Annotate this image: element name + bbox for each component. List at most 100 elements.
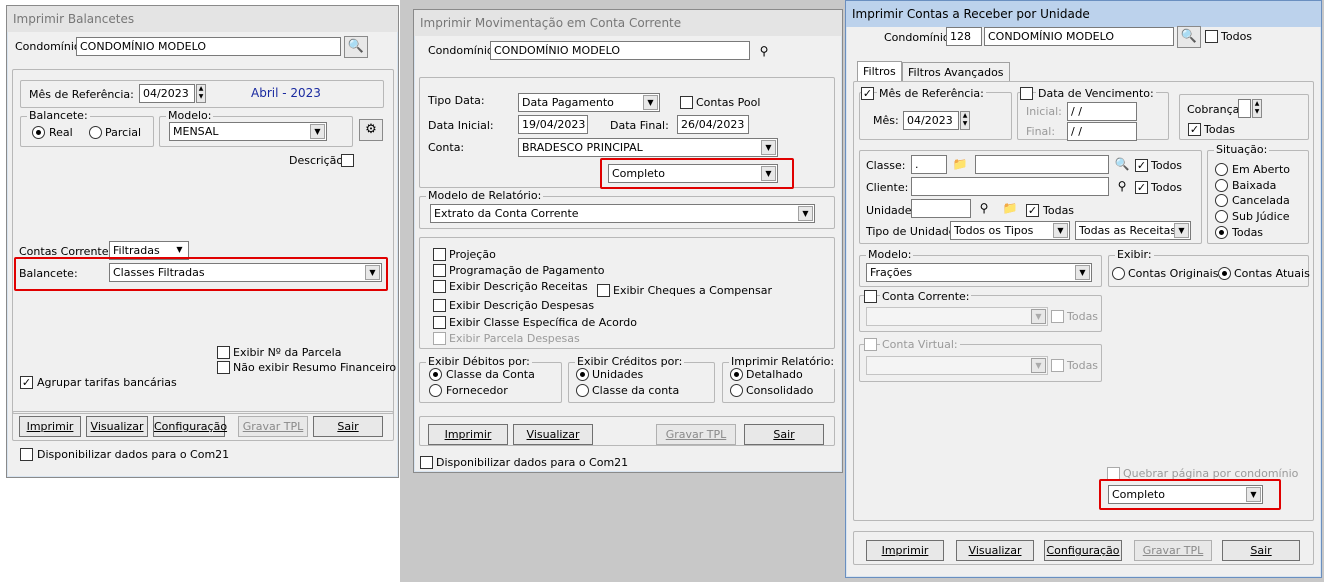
classe-todos-checkbox[interactable]: ✓ [1135, 159, 1148, 172]
mes-spinner[interactable]: ▲ ▼ [960, 111, 970, 130]
mes-field[interactable]: 04/2023 [903, 111, 959, 130]
unidade-todas-checkbox[interactable]: ✓ [1026, 204, 1039, 217]
binoculars-icon[interactable]: ⚲ [754, 42, 774, 60]
unidade-field[interactable] [911, 199, 971, 218]
conta-corrente-checkbox[interactable] [864, 290, 877, 303]
sit-subjudice-radio[interactable] [1215, 210, 1228, 223]
conta-combo[interactable]: BRADESCO PRINCIPAL ▼ [518, 138, 778, 157]
imprimir-button[interactable]: Imprimir [19, 416, 81, 437]
mes-spinner[interactable]: ▲ ▼ [196, 84, 206, 103]
descricao-label: Descrição [289, 154, 344, 167]
radio-parcial[interactable] [89, 126, 102, 139]
inicial-field[interactable]: / / [1067, 102, 1137, 121]
cliente-todos-checkbox[interactable]: ✓ [1135, 181, 1148, 194]
search-icon: 🔍 [1180, 29, 1198, 44]
cobranca-spinner[interactable]: ▲ ▼ [1252, 99, 1262, 118]
conta-virtual-checkbox[interactable] [864, 338, 877, 351]
exibir-originais-label: Contas Originais [1128, 267, 1219, 280]
condominio-field[interactable]: CONDOMÍNIO MODELO [490, 41, 750, 60]
chevron-down-icon: ▼ [798, 206, 813, 221]
gravar-tpl-button[interactable]: Gravar TPL [656, 424, 736, 445]
sit-aberto-radio[interactable] [1215, 163, 1228, 176]
classe-code-field[interactable]: . [911, 155, 947, 174]
classe-field[interactable] [975, 155, 1109, 174]
imp-detalhado-radio[interactable] [730, 368, 743, 381]
deb-classe-radio[interactable] [429, 368, 442, 381]
modelo-combo[interactable]: Frações ▼ [866, 263, 1092, 282]
agrupar-tarifas-checkbox[interactable]: ✓ [20, 376, 33, 389]
exibir-atuais-radio[interactable] [1218, 267, 1231, 280]
tipo-unidade-combo[interactable]: Todos os Tipos ▼ [950, 221, 1070, 240]
gravar-tpl-button[interactable]: Gravar TPL [238, 416, 308, 437]
parcela-despesas-checkbox[interactable] [433, 332, 446, 345]
sair-button[interactable]: Sair [313, 416, 383, 437]
sair-button[interactable]: Sair [744, 424, 824, 445]
classe-acordo-checkbox[interactable] [433, 316, 446, 329]
sit-baixada-radio[interactable] [1215, 179, 1228, 192]
nao-exibir-resumo-checkbox[interactable] [217, 361, 230, 374]
cred-unidades-radio[interactable] [576, 368, 589, 381]
exibir-originais-radio[interactable] [1112, 267, 1125, 280]
sit-todas-radio[interactable] [1215, 226, 1228, 239]
mes-field[interactable]: 04/2023 [139, 84, 195, 103]
search-button[interactable]: 🔍 [344, 36, 368, 58]
binoculars-icon[interactable]: ⚲ [1112, 177, 1132, 195]
desc-receitas-checkbox[interactable] [433, 280, 446, 293]
conta-label: Conta: [428, 141, 465, 154]
modelo-config-button[interactable]: ⚙ [359, 119, 383, 141]
condominio-field[interactable]: CONDOMÍNIO MODELO [76, 37, 341, 56]
exibir-parcela-checkbox[interactable] [217, 346, 230, 359]
contas-pool-checkbox[interactable] [680, 96, 693, 109]
window-imprimir-balancetes: Imprimir Balancetes Condomínio: CONDOMÍN… [6, 5, 399, 478]
tipo-data-combo[interactable]: Data Pagamento ▼ [518, 93, 660, 112]
sair-button[interactable]: Sair [1222, 540, 1300, 561]
sit-cancelada-radio[interactable] [1215, 194, 1228, 207]
cobranca-todas-checkbox[interactable]: ✓ [1188, 123, 1201, 136]
disponibilizar-checkbox[interactable] [420, 456, 433, 469]
final-field[interactable]: / / [1067, 122, 1137, 141]
cv-todas-checkbox[interactable] [1051, 359, 1064, 372]
visualizar-button[interactable]: Visualizar [956, 540, 1034, 561]
conta-corrente-combo[interactable]: ▼ [866, 307, 1048, 326]
modelo-combo[interactable]: MENSAL ▼ [169, 122, 327, 141]
cobranca-field[interactable] [1238, 99, 1251, 118]
tab-filtros-avancados[interactable]: Filtros Avançados [902, 62, 1010, 83]
imprimir-button[interactable]: Imprimir [866, 540, 944, 561]
radio-real[interactable] [32, 126, 45, 139]
visualizar-button[interactable]: Visualizar [513, 424, 593, 445]
cred-classe-label: Classe da conta [592, 384, 680, 397]
desc-despesas-checkbox[interactable] [433, 299, 446, 312]
cliente-field[interactable] [911, 177, 1109, 196]
visualizar-button[interactable]: Visualizar [86, 416, 148, 437]
programacao-checkbox[interactable] [433, 264, 446, 277]
cc-todas-checkbox[interactable] [1051, 310, 1064, 323]
deb-fornecedor-radio[interactable] [429, 384, 442, 397]
receitas-combo[interactable]: Todas as Receitas ▼ [1075, 221, 1191, 240]
condominio-field[interactable]: CONDOMÍNIO MODELO [984, 27, 1174, 46]
modelo-combo[interactable]: Extrato da Conta Corrente ▼ [430, 204, 815, 223]
configuracao-button[interactable]: Configuração [1044, 540, 1122, 561]
descricao-checkbox[interactable] [341, 154, 354, 167]
gravar-tpl-button[interactable]: Gravar TPL [1134, 540, 1212, 561]
tab-filtros[interactable]: Filtros [857, 61, 902, 83]
folder-icon[interactable]: 📁 [950, 155, 970, 173]
condominio-code-field[interactable]: 128 [946, 27, 982, 46]
mes-label: Mês: [873, 114, 899, 127]
folder-icon[interactable]: 📁 [1000, 199, 1020, 217]
data-inicial-field[interactable]: 19/04/2023 [518, 115, 588, 134]
imp-consolidado-radio[interactable] [730, 384, 743, 397]
disponibilizar-checkbox[interactable] [20, 448, 33, 461]
projecao-checkbox[interactable] [433, 248, 446, 261]
configuracao-button[interactable]: Configuração [153, 416, 227, 437]
search-icon[interactable]: 🔍 [1112, 155, 1132, 173]
cheques-checkbox[interactable] [597, 284, 610, 297]
binoculars-icon[interactable]: ⚲ [974, 199, 994, 217]
cred-classe-radio[interactable] [576, 384, 589, 397]
vencimento-checkbox[interactable] [1020, 87, 1033, 100]
data-final-field[interactable]: 26/04/2023 [677, 115, 749, 134]
mes-checkbox[interactable]: ✓ [861, 87, 874, 100]
search-button[interactable]: 🔍 [1177, 26, 1201, 48]
todos-condominio-checkbox[interactable] [1205, 30, 1218, 43]
conta-virtual-combo[interactable]: ▼ [866, 356, 1048, 375]
imprimir-button[interactable]: Imprimir [428, 424, 508, 445]
